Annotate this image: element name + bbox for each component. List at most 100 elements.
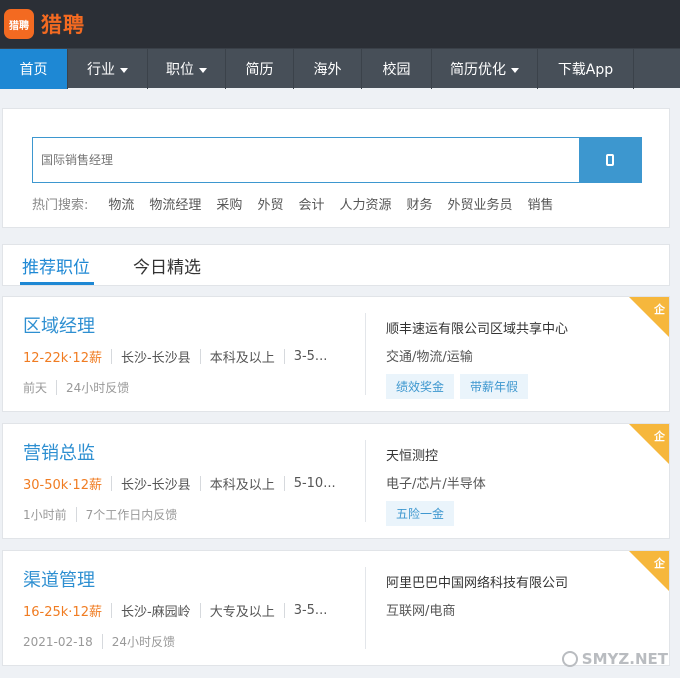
nav-resume-optimize[interactable]: 简历优化 bbox=[432, 49, 538, 89]
job-education: 大专及以上 bbox=[209, 605, 275, 620]
hot-search-item[interactable]: 销售 bbox=[528, 194, 554, 213]
job-footer: 前天 24小时反馈 bbox=[23, 379, 129, 396]
job-card[interactable]: 渠道管理 16-25k·12薪 长沙-麻园岭 大专及以上 3-5... 2021… bbox=[2, 550, 670, 666]
caret-down-icon bbox=[120, 67, 128, 73]
hot-search-item[interactable]: 会计 bbox=[298, 194, 324, 213]
divider bbox=[56, 380, 58, 395]
job-location: 长沙-长沙县 bbox=[120, 351, 191, 366]
nav-resume[interactable]: 简历 bbox=[226, 49, 294, 89]
benefit-tag: 五险一金 bbox=[386, 501, 455, 526]
hot-search-item[interactable]: 外贸业务员 bbox=[448, 194, 513, 213]
brand-name[interactable]: 猎聘 bbox=[41, 9, 85, 39]
job-title[interactable]: 区域经理 bbox=[23, 312, 95, 338]
job-tabs: 推荐职位 今日精选 bbox=[2, 244, 670, 286]
job-card[interactable]: 区域经理 12-22k·12薪 长沙-长沙县 本科及以上 3-5... 前天 2… bbox=[2, 296, 670, 412]
divider bbox=[110, 476, 112, 491]
job-posted-time: 前天 bbox=[23, 381, 48, 395]
job-title[interactable]: 渠道管理 bbox=[23, 566, 95, 592]
job-meta: 30-50k·12薪 长沙-长沙县 本科及以上 5-10... bbox=[23, 474, 336, 493]
hot-search-label: 热门搜索: bbox=[32, 198, 89, 213]
watermark-icon bbox=[561, 651, 578, 667]
benefit-tags: 五险一金 bbox=[386, 501, 460, 526]
nav-download-app[interactable]: 下载App bbox=[538, 49, 634, 89]
job-experience: 3-5... bbox=[293, 603, 328, 618]
nav-label: 下载App bbox=[557, 62, 614, 78]
search-button[interactable] bbox=[579, 138, 641, 182]
divider bbox=[365, 440, 366, 522]
search-box bbox=[32, 137, 642, 183]
company-name[interactable]: 阿里巴巴中国网络科技有限公司 bbox=[386, 572, 568, 591]
job-card[interactable]: 营销总监 30-50k·12薪 长沙-长沙县 本科及以上 5-10... 1小时… bbox=[2, 423, 670, 539]
divider bbox=[199, 603, 201, 618]
job-location: 长沙-长沙县 bbox=[120, 478, 191, 493]
nav-position[interactable]: 职位 bbox=[148, 49, 226, 89]
nav-label: 简历 bbox=[245, 62, 274, 78]
job-education: 本科及以上 bbox=[209, 478, 275, 493]
job-posted-time: 2021-02-18 bbox=[23, 634, 93, 649]
company-industry: 电子/芯片/半导体 bbox=[386, 477, 486, 492]
hot-search-item[interactable]: 采购 bbox=[216, 194, 242, 213]
nav-label: 海外 bbox=[313, 62, 342, 78]
job-footer: 2021-02-18 24小时反馈 bbox=[23, 633, 175, 650]
benefit-tags: 绩效奖金 带薪年假 bbox=[386, 374, 534, 399]
divider bbox=[365, 567, 366, 649]
hot-search-item[interactable]: 物流经理 bbox=[149, 194, 201, 213]
nav-label: 行业 bbox=[87, 62, 115, 78]
job-education: 本科及以上 bbox=[209, 351, 275, 366]
watermark-text: SMYZ.NET bbox=[581, 650, 668, 668]
search-panel: 热门搜索: 物流 物流经理 采购 外贸 会计 人力资源 财务 外贸业务员 销售 bbox=[2, 108, 670, 228]
enterprise-badge-label: 企 bbox=[654, 303, 665, 316]
company-industry: 互联网/电商 bbox=[386, 604, 456, 619]
job-experience: 3-5... bbox=[293, 349, 328, 364]
job-salary: 16-25k·12薪 bbox=[23, 605, 102, 620]
company-industry: 交通/物流/运输 bbox=[386, 350, 473, 365]
enterprise-badge-label: 企 bbox=[654, 557, 665, 570]
watermark: SMYZ.NET bbox=[561, 650, 668, 668]
nav-industry[interactable]: 行业 bbox=[68, 49, 148, 89]
job-meta: 16-25k·12薪 长沙-麻园岭 大专及以上 3-5... bbox=[23, 601, 327, 620]
nav-label: 首页 bbox=[19, 62, 48, 78]
top-bar: 猎聘 猎聘 bbox=[0, 0, 680, 48]
enterprise-badge-label: 企 bbox=[654, 430, 665, 443]
nav-label: 校园 bbox=[382, 62, 411, 78]
logo-icon[interactable]: 猎聘 bbox=[4, 9, 34, 39]
hot-search-item[interactable]: 物流 bbox=[108, 194, 134, 213]
hot-search-item[interactable]: 财务 bbox=[406, 194, 432, 213]
search-icon bbox=[606, 154, 614, 166]
company-name[interactable]: 天恒测控 bbox=[386, 445, 438, 464]
tab-recommended[interactable]: 推荐职位 bbox=[22, 253, 90, 278]
job-footer: 1小时前 7个工作日内反馈 bbox=[23, 506, 177, 523]
divider bbox=[75, 507, 77, 522]
caret-down-icon bbox=[511, 67, 519, 73]
active-tab-indicator bbox=[20, 282, 94, 285]
job-meta: 12-22k·12薪 长沙-长沙县 本科及以上 3-5... bbox=[23, 347, 327, 366]
nav-label: 职位 bbox=[166, 62, 194, 78]
search-input[interactable] bbox=[33, 138, 579, 182]
job-experience: 5-10... bbox=[293, 476, 336, 491]
nav-campus[interactable]: 校园 bbox=[362, 49, 432, 89]
divider bbox=[283, 476, 285, 491]
hot-search-item[interactable]: 外贸 bbox=[257, 194, 283, 213]
divider bbox=[199, 476, 201, 491]
caret-down-icon bbox=[199, 67, 207, 73]
job-location: 长沙-麻园岭 bbox=[120, 605, 191, 620]
job-feedback: 7个工作日内反馈 bbox=[85, 508, 178, 522]
nav-overseas[interactable]: 海外 bbox=[294, 49, 362, 89]
company-name[interactable]: 顺丰速运有限公司区域共享中心 bbox=[386, 318, 568, 337]
divider bbox=[101, 634, 103, 649]
job-feedback: 24小时反馈 bbox=[111, 635, 176, 649]
divider bbox=[283, 603, 285, 618]
benefit-tag: 带薪年假 bbox=[460, 374, 529, 399]
main-nav: 首页 行业 职位 简历 海外 校园 简历优化 下载App bbox=[0, 48, 680, 89]
job-posted-time: 1小时前 bbox=[23, 508, 67, 522]
divider bbox=[110, 603, 112, 618]
job-salary: 30-50k·12薪 bbox=[23, 478, 102, 493]
nav-label: 简历优化 bbox=[450, 62, 506, 78]
tab-today-picks[interactable]: 今日精选 bbox=[133, 253, 201, 278]
job-salary: 12-22k·12薪 bbox=[23, 351, 102, 366]
hot-searches: 热门搜索: 物流 物流经理 采购 外贸 会计 人力资源 财务 外贸业务员 销售 bbox=[32, 194, 569, 213]
divider bbox=[110, 349, 112, 364]
nav-home[interactable]: 首页 bbox=[0, 49, 68, 89]
hot-search-item[interactable]: 人力资源 bbox=[339, 194, 391, 213]
job-title[interactable]: 营销总监 bbox=[23, 439, 95, 465]
